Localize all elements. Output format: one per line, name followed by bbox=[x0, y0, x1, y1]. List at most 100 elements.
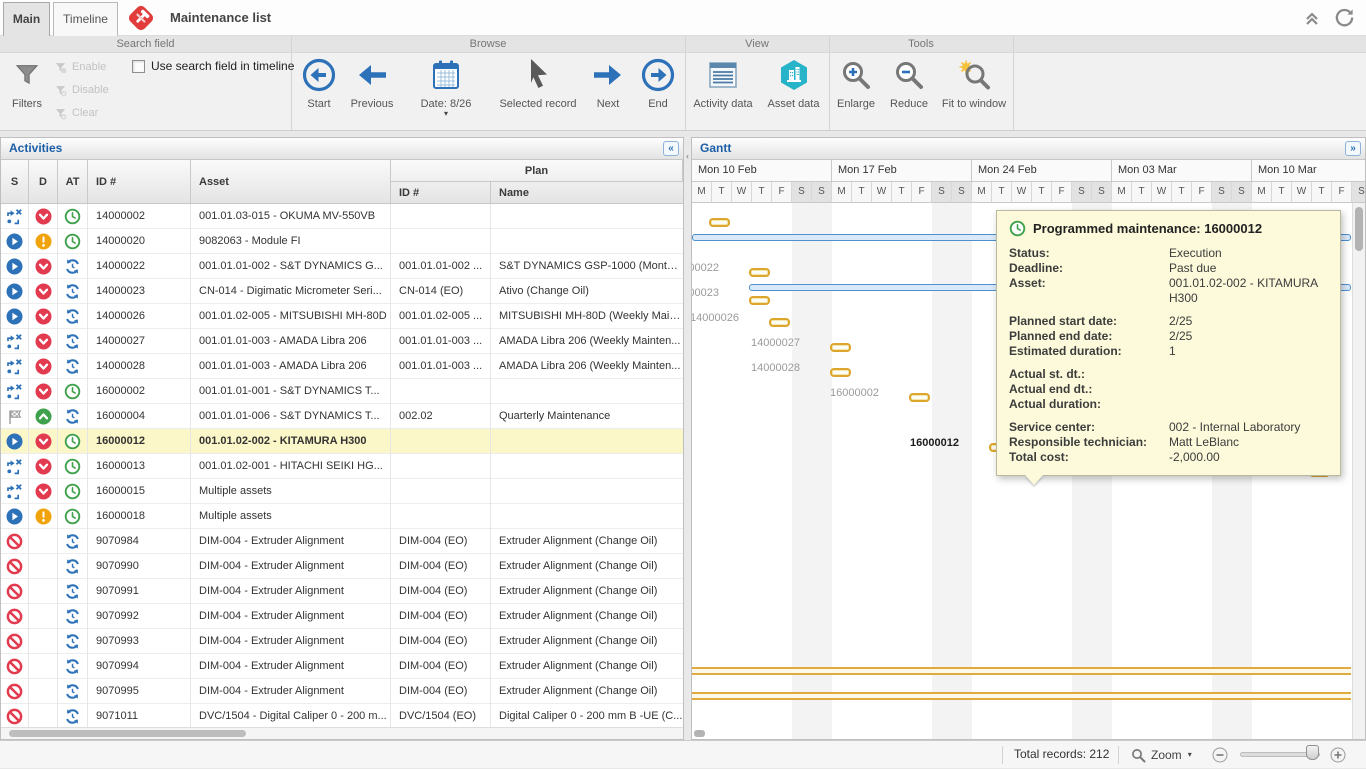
past-due-icon bbox=[35, 283, 52, 300]
activity-data-button[interactable]: Activity data bbox=[688, 55, 758, 127]
table-row[interactable]: 140000209082063 - Module FI bbox=[1, 229, 683, 254]
refresh-icon[interactable] bbox=[1334, 7, 1356, 29]
activities-hscroll-thumb[interactable] bbox=[9, 730, 246, 737]
past-due-icon bbox=[35, 258, 52, 275]
next-button[interactable]: Next bbox=[585, 55, 631, 127]
cursor-pointer-icon bbox=[495, 55, 581, 95]
gantt-bar-label: 16000012 bbox=[869, 437, 959, 449]
tab-timeline[interactable]: Timeline bbox=[53, 2, 118, 36]
cell-status bbox=[1, 204, 29, 229]
zoom-plus-button[interactable] bbox=[1330, 747, 1346, 763]
gantt-task-bar[interactable] bbox=[830, 368, 851, 377]
table-row[interactable]: 14000027001.01.01-003 - AMADA Libra 2060… bbox=[1, 329, 683, 354]
selected-record-button[interactable]: Selected record bbox=[495, 55, 581, 127]
past-due-icon bbox=[35, 458, 52, 475]
gantt-vscrollbar[interactable] bbox=[1352, 203, 1365, 739]
column-header-plan-name[interactable]: Name bbox=[491, 182, 683, 204]
past-due-icon bbox=[35, 208, 52, 225]
table-row[interactable]: 14000002001.01.03-015 - OKUMA MV-550VB bbox=[1, 204, 683, 229]
gantt-continuous-bar[interactable] bbox=[692, 667, 1351, 675]
zoom-minus-button[interactable] bbox=[1212, 747, 1228, 763]
column-header-d[interactable]: D bbox=[29, 160, 58, 204]
column-header-s[interactable]: S bbox=[1, 160, 29, 204]
gantt-task-bar[interactable] bbox=[909, 393, 930, 402]
recurring-clock-icon bbox=[64, 258, 81, 275]
table-row[interactable]: 16000018Multiple assets bbox=[1, 504, 683, 529]
table-row[interactable]: 14000026001.01.02-005 - MITSUBISHI MH-80… bbox=[1, 304, 683, 329]
gantt-task-bar[interactable] bbox=[749, 296, 770, 305]
table-row[interactable]: 16000002001.01.01-001 - S&T DYNAMICS T..… bbox=[1, 379, 683, 404]
gantt-continuous-bar[interactable] bbox=[692, 692, 1351, 700]
use-search-field-checkbox[interactable]: Use search field in timeline bbox=[132, 59, 294, 73]
end-button[interactable]: End bbox=[635, 55, 681, 127]
warning-icon bbox=[35, 233, 52, 250]
cell-asset: DIM-004 - Extruder Alignment bbox=[191, 604, 391, 629]
cell-plan-id bbox=[391, 479, 491, 504]
past-due-icon bbox=[35, 433, 52, 450]
table-row[interactable]: 9070994DIM-004 - Extruder AlignmentDIM-0… bbox=[1, 654, 683, 679]
gantt-task-bar[interactable] bbox=[830, 343, 851, 352]
date-dropdown-button[interactable]: Date: 8/26 ▾ bbox=[412, 55, 480, 127]
cell-status bbox=[1, 529, 29, 554]
table-row[interactable]: 16000015Multiple assets bbox=[1, 479, 683, 504]
panel-splitter[interactable]: ‹ bbox=[684, 137, 691, 740]
table-row[interactable]: 14000023CN-014 - Digimatic Micrometer Se… bbox=[1, 279, 683, 304]
filters-button[interactable]: Filters bbox=[2, 55, 52, 127]
recurring-clock-icon bbox=[64, 533, 81, 550]
cell-status bbox=[1, 254, 29, 279]
cell-plan-name: S&T DYNAMICS GSP-1000 (Monthl... bbox=[491, 254, 683, 279]
programmed-clock-icon bbox=[64, 433, 81, 450]
cancelled-status-icon bbox=[6, 658, 23, 675]
table-row[interactable]: 9070992DIM-004 - Extruder AlignmentDIM-0… bbox=[1, 604, 683, 629]
gantt-task-bar[interactable] bbox=[749, 268, 770, 277]
table-row[interactable]: 14000022001.01.01-002 - S&T DYNAMICS G..… bbox=[1, 254, 683, 279]
gantt-day-cell: W bbox=[1152, 182, 1172, 203]
collapse-ribbon-icon[interactable] bbox=[1302, 7, 1324, 29]
table-row[interactable]: 9070990DIM-004 - Extruder AlignmentDIM-0… bbox=[1, 554, 683, 579]
expand-gantt-button[interactable]: » bbox=[1345, 141, 1361, 156]
group-label-tools: Tools bbox=[829, 36, 1013, 53]
table-row[interactable]: 16000013001.01.02-001 - HITACHI SEIKI HG… bbox=[1, 454, 683, 479]
column-header-at[interactable]: AT bbox=[58, 160, 88, 204]
gantt-day-cell: F bbox=[912, 182, 932, 203]
checkbox-box[interactable] bbox=[132, 60, 145, 73]
cell-deadline bbox=[29, 579, 58, 604]
gantt-hscroll-thumb[interactable] bbox=[694, 730, 705, 737]
rescheduled-status-icon bbox=[6, 208, 23, 225]
gantt-task-bar[interactable] bbox=[709, 218, 730, 227]
group-label-search-field: Search field bbox=[0, 36, 291, 53]
gantt-task-bar[interactable] bbox=[769, 318, 790, 327]
asset-data-button[interactable]: Asset data bbox=[760, 55, 827, 127]
enlarge-button[interactable]: Enlarge bbox=[830, 55, 882, 127]
tab-bar: Main Timeline Maintenance list bbox=[0, 0, 1366, 36]
table-row[interactable]: 9070993DIM-004 - Extruder AlignmentDIM-0… bbox=[1, 629, 683, 654]
cell-plan-name: MITSUBISHI MH-80D (Weekly Main... bbox=[491, 304, 683, 329]
gantt-week-label: Mon 17 Feb bbox=[832, 160, 972, 182]
recurring-clock-icon bbox=[64, 358, 81, 375]
column-header-id[interactable]: ID # bbox=[88, 160, 191, 204]
zoom-dropdown[interactable]: Zoom ▾ bbox=[1131, 741, 1192, 769]
table-row[interactable]: 9071011DVC/1504 - Digital Caliper 0 - 20… bbox=[1, 704, 683, 729]
gantt-day-cell: W bbox=[872, 182, 892, 203]
column-header-asset[interactable]: Asset bbox=[191, 160, 391, 204]
gantt-day-cell: F bbox=[1192, 182, 1212, 203]
cell-activity-type bbox=[58, 654, 88, 679]
reduce-button[interactable]: Reduce bbox=[884, 55, 934, 127]
zoom-slider-thumb[interactable] bbox=[1306, 745, 1319, 760]
table-row[interactable]: 9070984DIM-004 - Extruder AlignmentDIM-0… bbox=[1, 529, 683, 554]
start-button[interactable]: Start bbox=[296, 55, 342, 127]
fit-to-window-button[interactable]: Fit to window bbox=[938, 55, 1010, 127]
tab-main[interactable]: Main bbox=[3, 2, 50, 36]
table-row[interactable]: 16000004001.01.01-006 - S&T DYNAMICS T..… bbox=[1, 404, 683, 429]
cell-deadline bbox=[29, 654, 58, 679]
collapse-activities-button[interactable]: « bbox=[663, 141, 679, 156]
gantt-vscroll-thumb[interactable] bbox=[1355, 207, 1363, 251]
column-header-plan-id[interactable]: ID # bbox=[391, 182, 491, 204]
activities-hscrollbar[interactable] bbox=[1, 727, 683, 739]
gantt-day-cell: S bbox=[1352, 182, 1365, 203]
table-row[interactable]: 14000028001.01.01-003 - AMADA Libra 2060… bbox=[1, 354, 683, 379]
table-row[interactable]: 9070995DIM-004 - Extruder AlignmentDIM-0… bbox=[1, 679, 683, 704]
previous-button[interactable]: Previous bbox=[342, 55, 402, 127]
table-row[interactable]: 9070991DIM-004 - Extruder AlignmentDIM-0… bbox=[1, 579, 683, 604]
table-row[interactable]: 16000012001.01.02-002 - KITAMURA H300 bbox=[1, 429, 683, 454]
